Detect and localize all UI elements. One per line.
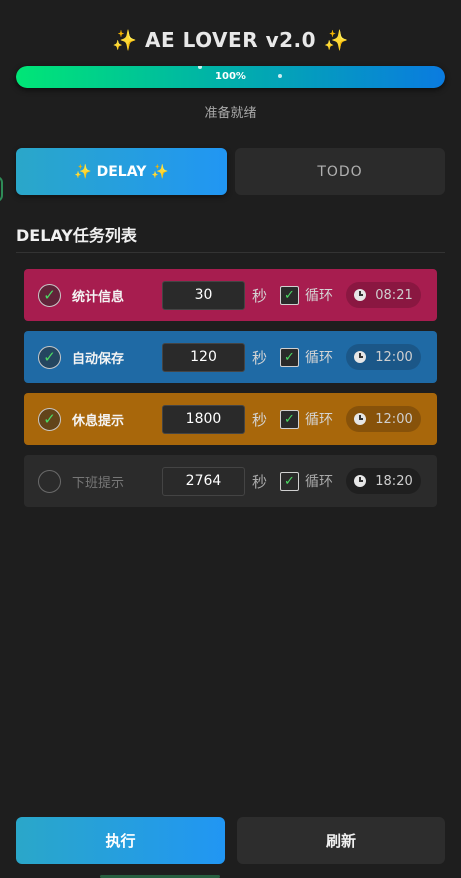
- refresh-button[interactable]: 刷新: [237, 817, 445, 864]
- clock-icon: [354, 289, 367, 301]
- task-enable-checkbox[interactable]: [38, 469, 61, 493]
- task-seconds-unit: 秒: [252, 410, 268, 429]
- task-time: 12:00: [375, 349, 413, 365]
- loop-label: 循环: [305, 412, 333, 428]
- loop-label: 循环: [305, 288, 333, 304]
- task-seconds-input[interactable]: [162, 404, 245, 434]
- time-badge: 08:21: [346, 282, 421, 308]
- task-row: ✓ 休息提示 秒 ✓ 循环 12:00: [24, 393, 437, 445]
- task-seconds-unit: 秒: [252, 348, 268, 367]
- task-seconds-input[interactable]: [162, 342, 245, 372]
- task-name: 休息提示: [72, 413, 125, 429]
- clock-icon: [354, 351, 367, 363]
- section-title: DELAY任务列表: [16, 226, 137, 245]
- tab-todo[interactable]: TODO: [235, 148, 445, 195]
- section-divider: [16, 252, 445, 253]
- task-name: 自动保存: [72, 351, 125, 367]
- time-badge: 18:20: [346, 468, 421, 494]
- task-time: 08:21: [375, 287, 413, 303]
- side-handle[interactable]: [0, 176, 3, 202]
- task-time: 12:00: [375, 411, 413, 427]
- status-text: 准备就绪: [204, 106, 257, 121]
- task-seconds-unit: 秒: [252, 472, 268, 491]
- tab-delay[interactable]: ✨ DELAY ✨: [16, 148, 227, 195]
- task-seconds-input[interactable]: [162, 280, 245, 310]
- loop-label: 循环: [305, 474, 333, 490]
- task-row: ✓ 自动保存 秒 ✓ 循环 12:00: [24, 331, 437, 383]
- task-enable-checkbox[interactable]: ✓: [38, 345, 61, 369]
- task-row: 下班提示 秒 ✓ 循环 18:20: [24, 455, 437, 507]
- task-row: ✓ 统计信息 秒 ✓ 循环 08:21: [24, 269, 437, 321]
- time-badge: 12:00: [346, 406, 421, 432]
- task-name: 统计信息: [72, 289, 125, 305]
- clock-icon: [354, 413, 367, 425]
- tab-bar: ✨ DELAY ✨ TODO: [16, 148, 445, 195]
- progress-bar: 100%: [16, 66, 445, 88]
- task-seconds-input[interactable]: [162, 466, 245, 496]
- clock-icon: [354, 475, 367, 487]
- app-title: ✨ AE LOVER v2.0 ✨: [112, 28, 349, 52]
- loop-checkbox[interactable]: ✓: [280, 471, 299, 491]
- progress-label: 100%: [215, 71, 246, 82]
- loop-checkbox[interactable]: ✓: [280, 409, 299, 429]
- loop-checkbox[interactable]: ✓: [280, 285, 299, 305]
- task-enable-checkbox[interactable]: ✓: [38, 407, 61, 431]
- loop-label: 循环: [305, 350, 333, 366]
- task-time: 18:20: [375, 473, 413, 489]
- task-enable-checkbox[interactable]: ✓: [38, 283, 61, 307]
- task-seconds-unit: 秒: [252, 286, 268, 305]
- time-badge: 12:00: [346, 344, 421, 370]
- task-name: 下班提示: [72, 475, 125, 491]
- loop-checkbox[interactable]: ✓: [280, 347, 299, 367]
- execute-button[interactable]: 执行: [16, 817, 225, 864]
